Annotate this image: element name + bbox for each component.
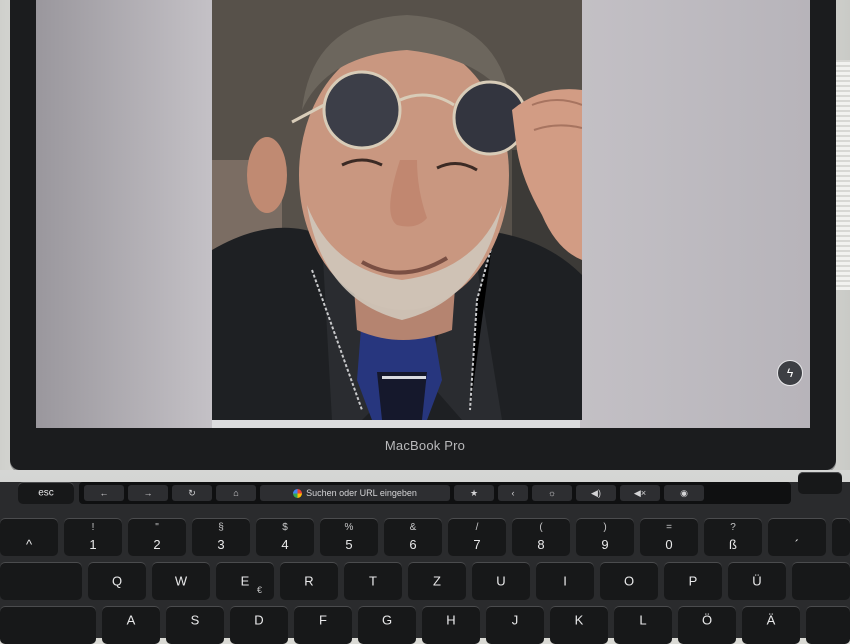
back-icon[interactable]: ← <box>84 485 124 501</box>
key-p[interactable]: P <box>664 562 722 600</box>
key-9[interactable]: ) 9 <box>576 518 634 556</box>
key-oe[interactable]: Ö <box>678 606 736 644</box>
key-tab[interactable] <box>0 562 82 600</box>
screen-left-panel <box>36 0 212 428</box>
key-2[interactable]: " 2 <box>128 518 186 556</box>
messenger-icon[interactable]: ϟ <box>777 360 803 386</box>
key-t[interactable]: T <box>344 562 402 600</box>
key-ae[interactable]: Ä <box>742 606 800 644</box>
url-search-placeholder: Suchen oder URL eingeben <box>306 488 417 498</box>
key-w[interactable]: W <box>152 562 210 600</box>
brightness-icon[interactable]: ☼ <box>532 485 572 501</box>
key-ue[interactable]: Ü <box>728 562 786 600</box>
key-f[interactable]: F <box>294 606 352 644</box>
key-esc[interactable]: esc <box>18 482 74 504</box>
reload-icon[interactable]: ↻ <box>172 485 212 501</box>
touch-bar[interactable]: ← → ↻ ⌂ Suchen oder URL eingeben ★ ‹ ☼ ◀… <box>79 482 791 504</box>
key-h[interactable]: H <box>422 606 480 644</box>
portrait-photo <box>212 0 582 420</box>
key-hash[interactable] <box>806 606 850 644</box>
key-s[interactable]: S <box>166 606 224 644</box>
key-acute[interactable]: ´ <box>768 518 826 556</box>
collapse-chevron-icon[interactable]: ‹ <box>498 485 528 501</box>
key-caret[interactable]: ^ <box>0 518 58 556</box>
key-e[interactable]: E € <box>216 562 274 600</box>
key-r[interactable]: R <box>280 562 338 600</box>
key-a[interactable]: A <box>102 606 160 644</box>
siri-icon[interactable]: ◉ <box>664 485 704 501</box>
google-icon <box>293 488 303 498</box>
key-u[interactable]: U <box>472 562 530 600</box>
key-3[interactable]: § 3 <box>192 518 250 556</box>
key-d[interactable]: D <box>230 606 288 644</box>
screen-right-panel <box>580 0 810 428</box>
key-1[interactable]: ! 1 <box>64 518 122 556</box>
messenger-bolt-glyph: ϟ <box>786 366 794 380</box>
key-l[interactable]: L <box>614 606 672 644</box>
volume-icon[interactable]: ◀) <box>576 485 616 501</box>
bookmark-star-icon[interactable]: ★ <box>454 485 494 501</box>
key-caps-lock[interactable] <box>0 606 96 644</box>
key-k[interactable]: K <box>550 606 608 644</box>
key-j[interactable]: J <box>486 606 544 644</box>
bezel-label: MacBook Pro <box>384 438 466 453</box>
key-6[interactable]: & 6 <box>384 518 442 556</box>
key-4[interactable]: $ 4 <box>256 518 314 556</box>
key-touch-id[interactable] <box>798 472 842 494</box>
key-eszett[interactable]: ? ß <box>704 518 762 556</box>
key-z[interactable]: Z <box>408 562 466 600</box>
key-0[interactable]: = 0 <box>640 518 698 556</box>
forward-icon[interactable]: → <box>128 485 168 501</box>
key-7[interactable]: / 7 <box>448 518 506 556</box>
key-8[interactable]: ( 8 <box>512 518 570 556</box>
key-backspace[interactable] <box>832 518 850 556</box>
key-q[interactable]: Q <box>88 562 146 600</box>
key-5[interactable]: % 5 <box>320 518 378 556</box>
laptop-screen: ϟ <box>36 0 810 428</box>
key-o[interactable]: O <box>600 562 658 600</box>
home-icon[interactable]: ⌂ <box>216 485 256 501</box>
key-i[interactable]: I <box>536 562 594 600</box>
key-plus[interactable] <box>792 562 850 600</box>
key-g[interactable]: G <box>358 606 416 644</box>
video-call-portrait <box>212 0 582 420</box>
url-search-field[interactable]: Suchen oder URL eingeben <box>260 485 450 501</box>
mute-icon[interactable]: ◀× <box>620 485 660 501</box>
